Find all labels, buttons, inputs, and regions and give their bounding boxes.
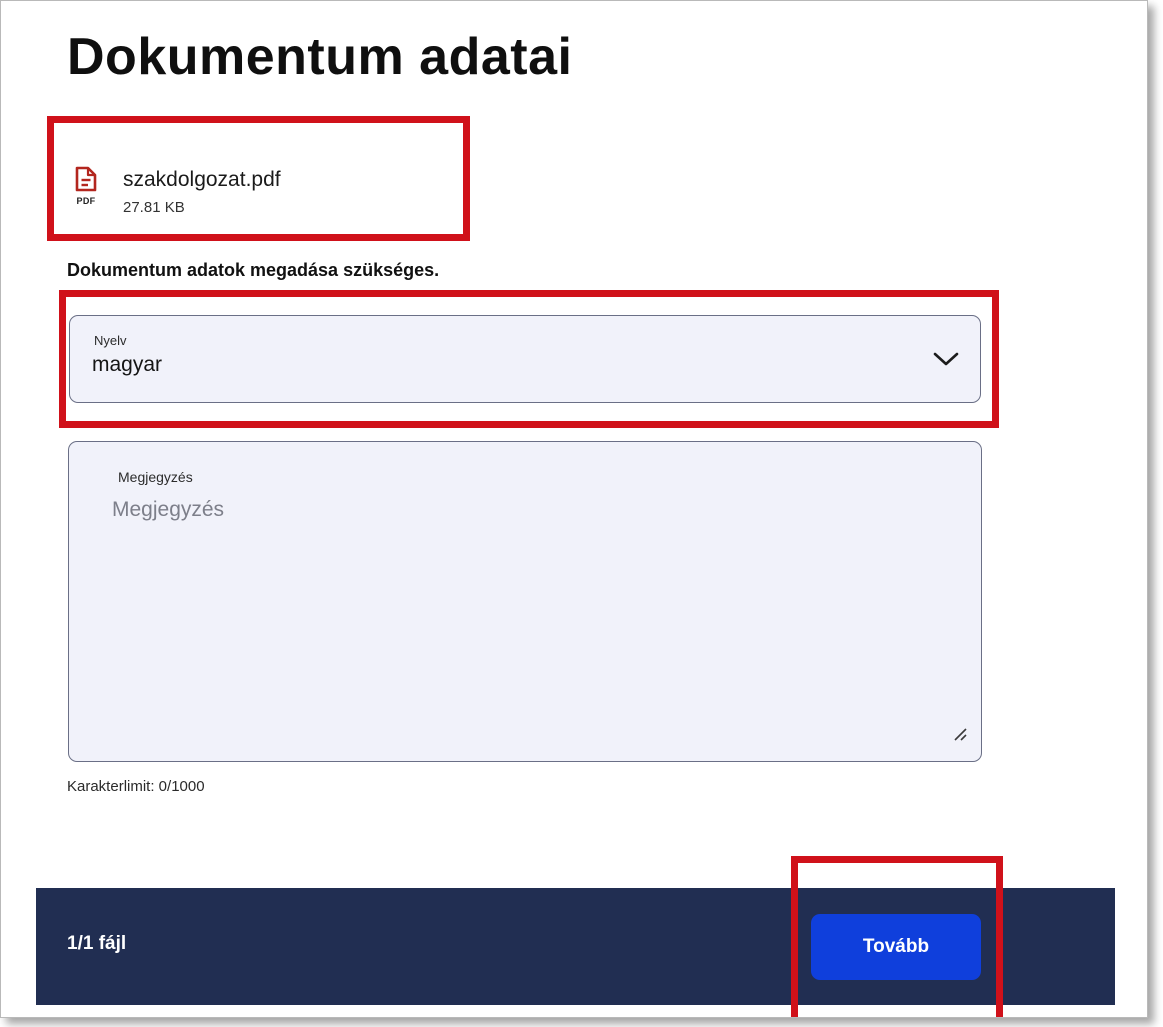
language-label: Nyelv	[94, 333, 127, 348]
document-details-panel: Dokumentum adatai PDF szakdolgozat.pdf 2…	[0, 0, 1148, 1018]
file-type-tag: PDF	[76, 196, 96, 206]
character-limit: Karakterlimit: 0/1000	[67, 778, 205, 795]
chevron-down-icon[interactable]	[932, 350, 960, 373]
language-select[interactable]: Nyelv magyar	[69, 315, 981, 403]
pdf-file-icon: PDF	[67, 166, 105, 206]
resize-handle-icon[interactable]	[952, 726, 968, 747]
file-name: szakdolgozat.pdf	[123, 168, 281, 191]
next-button[interactable]: Tovább	[811, 914, 981, 980]
page-title: Dokumentum adatai	[67, 28, 573, 86]
note-label: Megjegyzés	[118, 469, 193, 485]
file-item: PDF szakdolgozat.pdf 27.81 KB	[67, 166, 281, 216]
file-size: 27.81 KB	[123, 199, 185, 216]
file-count: 1/1 fájl	[67, 933, 127, 954]
note-field: Megjegyzés	[68, 441, 982, 762]
language-value: magyar	[92, 353, 163, 376]
footer-bar: 1/1 fájl Tovább	[36, 888, 1115, 1005]
note-textarea[interactable]	[109, 494, 945, 742]
required-note: Dokumentum adatok megadása szükséges.	[67, 260, 440, 280]
